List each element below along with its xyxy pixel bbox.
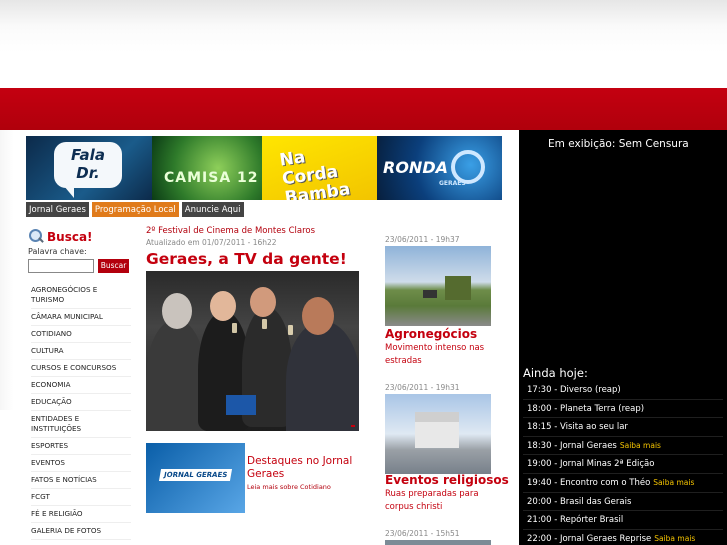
category-item[interactable]: ENTIDADES E INSTITUIÇÕES: [31, 411, 131, 438]
ronda-logo: RONDA: [383, 158, 448, 177]
news-image-next[interactable]: [385, 540, 491, 545]
category-list: AGRONEGÓCIOS E TURISMO CÂMARA MUNICIPAL CO…: [31, 282, 131, 540]
saiba-mais-link[interactable]: Saiba mais: [654, 534, 695, 543]
photo-watermark: [351, 425, 355, 427]
photo-glass: [232, 323, 237, 333]
header-background: [0, 0, 727, 88]
article-headline[interactable]: Geraes, a TV da gente!: [146, 250, 347, 268]
category-item[interactable]: EVENTOS: [31, 455, 131, 472]
left-shadow: [0, 130, 14, 410]
schedule-text: 20:00 - Brasil das Gerais: [527, 496, 632, 507]
section-tabs: Jornal Geraes Programação Local Anuncie …: [26, 202, 244, 217]
category-item[interactable]: EDUCAÇÃO: [31, 394, 131, 411]
keyword-label: Palavra chave:: [28, 247, 87, 256]
news-title[interactable]: Agronegócios: [385, 327, 477, 341]
search-row: Buscar: [28, 259, 132, 273]
category-item[interactable]: CULTURA: [31, 343, 131, 360]
search-title: Busca!: [28, 229, 132, 245]
news-subtitle: Ruas preparadas para corpus christi: [385, 489, 479, 512]
category-item[interactable]: ECONOMIA: [31, 377, 131, 394]
ronda-ring-icon: [451, 150, 485, 184]
photo-head: [210, 291, 236, 321]
car-shape: [423, 290, 437, 298]
truck-shape: [445, 276, 471, 300]
schedule-row: 19:40 - Encontro com o Théo Saiba mais: [523, 474, 723, 493]
tab-anuncie-aqui[interactable]: Anuncie Aqui: [181, 202, 244, 217]
category-item[interactable]: COTIDIANO: [31, 326, 131, 343]
schedule-row: 21:00 - Repórter Brasil: [523, 511, 723, 530]
schedule-text: 17:30 - Diverso (reap): [527, 385, 621, 395]
schedule-row: 22:00 - Jornal Geraes Reprise Saiba mais: [523, 530, 723, 545]
schedule-row: 17:30 - Diverso (reap): [523, 381, 723, 400]
banner-ronda-geraes[interactable]: RONDA GERAES: [377, 136, 502, 200]
schedule-row: 20:00 - Brasil das Gerais: [523, 493, 723, 512]
photo-head: [162, 293, 192, 329]
now-showing: Em exibição: Sem Censura: [548, 138, 689, 150]
photo-table: [226, 395, 256, 415]
category-item[interactable]: GALERIA DE FOTOS: [31, 523, 131, 540]
jornal-geraes-badge: JORNAL GERAES: [158, 469, 233, 481]
banner-na-corda-bamba[interactable]: Na Corda Bamba: [262, 136, 377, 200]
schedule-text: 21:00 - Repórter Brasil: [527, 515, 624, 526]
news-image-eventos[interactable]: [385, 394, 491, 474]
schedule-row: 18:15 - Visita ao seu lar: [523, 418, 723, 437]
na-corda-bamba-logo: Na Corda Bamba: [278, 147, 352, 200]
photo-glass: [288, 325, 293, 335]
destaques-link[interactable]: Leia mais sobre Cotidiano: [247, 483, 331, 491]
category-item[interactable]: CURSOS E CONCURSOS: [31, 360, 131, 377]
schedule-list: 17:30 - Diverso (reap) 18:00 - Planeta Te…: [523, 381, 723, 545]
news-date: 23/06/2011 - 19h37: [385, 235, 460, 244]
fala-dr-logo: Fala Dr.: [54, 142, 122, 198]
article-updated: Atualizado em 01/07/2011 - 16h22: [146, 238, 277, 247]
destaques-title[interactable]: Destaques no Jornal Geraes: [247, 455, 357, 481]
tent-shape: [415, 412, 459, 448]
saiba-mais-link[interactable]: Saiba mais: [620, 441, 661, 450]
photo-glass: [262, 319, 267, 329]
schedule-text: 22:00 - Jornal Geraes Reprise: [527, 533, 652, 544]
fala-dr-line1: Fala: [71, 146, 105, 164]
article-kicker[interactable]: 2º Festival de Cinema de Montes Claros: [146, 226, 315, 236]
schedule-text: 18:15 - Visita ao seu lar: [527, 422, 628, 433]
schedule-text: 19:40 - Encontro com o Théo: [527, 477, 651, 488]
saiba-mais-link[interactable]: Saiba mais: [653, 478, 694, 487]
schedule-text: 18:30 - Jornal Geraes: [527, 440, 617, 451]
category-item[interactable]: FATOS E NOTÍCIAS: [31, 472, 131, 489]
category-item[interactable]: FCGT: [31, 489, 131, 506]
search-box: Busca! Palavra chave: Buscar: [28, 229, 132, 273]
keyword-input[interactable]: [28, 259, 94, 273]
tab-jornal-geraes[interactable]: Jornal Geraes: [26, 202, 89, 217]
search-title-text: Busca!: [47, 230, 93, 244]
schedule-text: 19:00 - Jornal Minas 2ª Edição: [527, 459, 655, 470]
banner-camisa-12[interactable]: CAMISA 12: [152, 136, 262, 200]
photo-head: [302, 297, 334, 335]
category-item[interactable]: FÉ E RELIGIÃO: [31, 506, 131, 523]
photo-head: [250, 287, 276, 317]
program-banners: Fala Dr. CAMISA 12 Na Corda Bamba RONDA …: [26, 136, 502, 200]
news-image-agronegocios[interactable]: [385, 246, 491, 326]
schedule-row: 18:00 - Planeta Terra (reap): [523, 400, 723, 419]
schedule-text: 18:00 - Planeta Terra (reap): [527, 403, 645, 414]
category-item[interactable]: CÂMARA MUNICIPAL: [31, 309, 131, 326]
camisa-12-logo: CAMISA 12: [164, 170, 259, 186]
banner-fala-dr[interactable]: Fala Dr.: [26, 136, 152, 200]
ronda-sub: GERAES: [439, 180, 466, 187]
news-subtitle: Movimento intenso nas estradas: [385, 343, 485, 366]
fala-dr-line2: Dr.: [76, 164, 100, 182]
category-item[interactable]: AGRONEGÓCIOS E TURISMO: [31, 282, 131, 309]
news-title[interactable]: Eventos religiosos: [385, 473, 509, 487]
search-button[interactable]: Buscar: [98, 259, 129, 273]
schedule-row: 18:30 - Jornal Geraes Saiba mais: [523, 437, 723, 456]
schedule-row: 19:00 - Jornal Minas 2ª Edição: [523, 455, 723, 474]
header-red-bar: [0, 88, 727, 130]
magnifier-icon: [28, 229, 44, 245]
today-title: Ainda hoje:: [523, 366, 588, 380]
article-photo[interactable]: [146, 271, 359, 431]
destaques-image[interactable]: JORNAL GERAES: [146, 443, 245, 513]
tab-programacao-local[interactable]: Programação Local: [91, 202, 179, 217]
photo-person: [286, 321, 359, 431]
photo-person: [146, 319, 206, 431]
news-date: 23/06/2011 - 19h31: [385, 383, 460, 392]
news-date: 23/06/2011 - 15h51: [385, 529, 460, 538]
category-item[interactable]: ESPORTES: [31, 438, 131, 455]
